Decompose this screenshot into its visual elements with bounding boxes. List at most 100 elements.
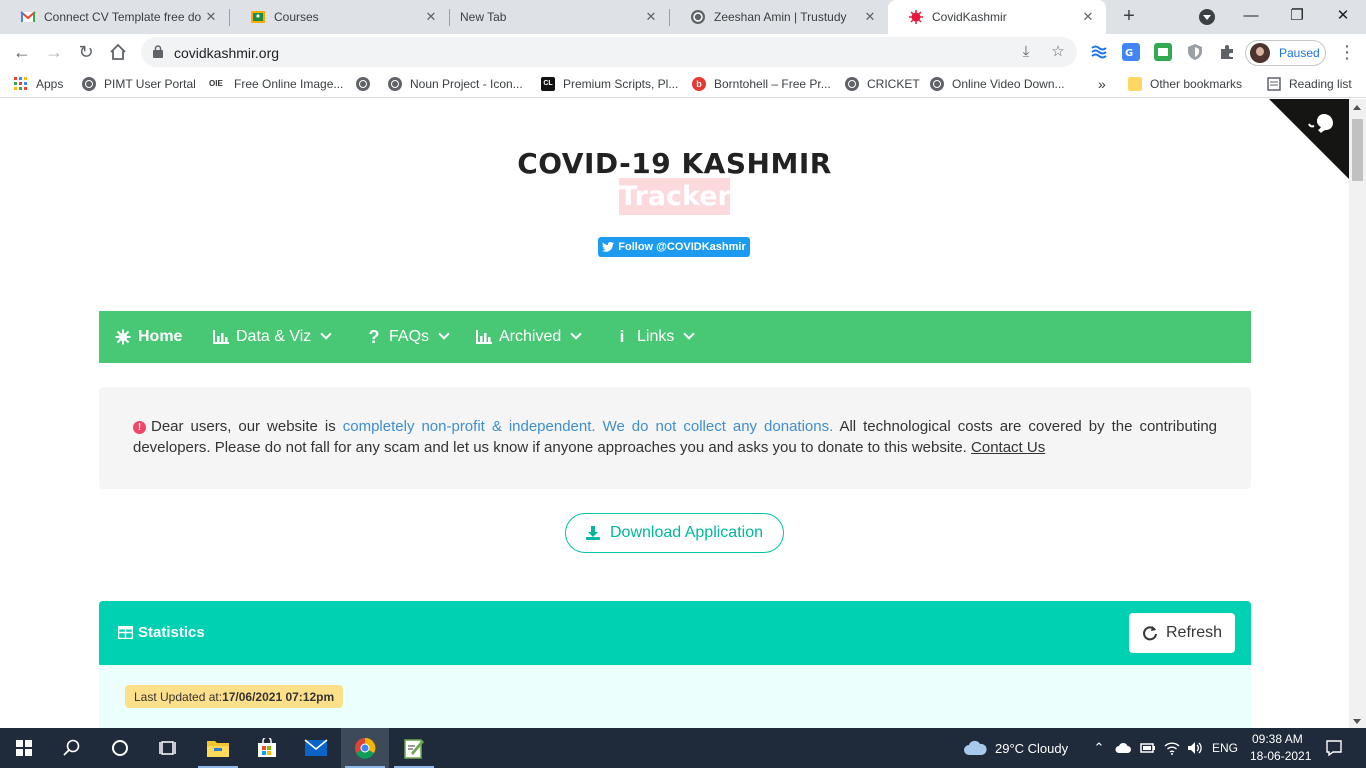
tab-title: Connect CV Template free do bbox=[44, 10, 202, 24]
home-icon[interactable] bbox=[107, 41, 129, 63]
close-window-icon[interactable]: ✕ bbox=[1333, 6, 1353, 26]
url-text: covidkashmir.org bbox=[174, 45, 280, 61]
chrome-taskbar-button[interactable] bbox=[341, 728, 389, 768]
bookmark-apps[interactable]: Apps bbox=[14, 75, 63, 93]
statistics-label: Statistics bbox=[138, 624, 205, 641]
address-bar[interactable]: covidkashmir.org ⤓ ☆ bbox=[141, 37, 1077, 67]
avatar bbox=[1250, 43, 1270, 63]
other-bookmarks[interactable]: Other bookmarks bbox=[1128, 75, 1242, 93]
close-tab-icon[interactable]: ✕ bbox=[203, 9, 219, 25]
page-scrollbar[interactable] bbox=[1349, 99, 1366, 728]
bookmark-free-online-image[interactable]: OIE Free Online Image... bbox=[209, 75, 343, 93]
language-indicator[interactable]: ENG bbox=[1212, 741, 1238, 755]
scroll-up-arrow-icon[interactable] bbox=[1353, 105, 1361, 110]
tab-new-tab[interactable]: New Tab ✕ bbox=[450, 0, 669, 34]
show-hidden-icons-chevron-icon[interactable]: ⌃ bbox=[1091, 740, 1107, 756]
refresh-button[interactable]: Refresh bbox=[1129, 613, 1235, 653]
tab-connect-cv[interactable]: Connect CV Template free do ✕ bbox=[0, 0, 229, 34]
battery-icon[interactable] bbox=[1140, 740, 1156, 756]
onedrive-cloud-icon[interactable] bbox=[1115, 740, 1131, 756]
tab-trustudy[interactable]: Zeeshan Amin | Trustudy ✕ bbox=[670, 0, 888, 34]
start-button[interactable] bbox=[0, 728, 48, 768]
globe-icon bbox=[82, 77, 96, 91]
notepad-button[interactable] bbox=[390, 728, 438, 768]
weather-text[interactable]: 29°C Cloudy bbox=[995, 741, 1068, 756]
mail-button[interactable] bbox=[292, 728, 340, 768]
notifications-icon[interactable] bbox=[1325, 739, 1343, 757]
virus-icon bbox=[115, 329, 131, 345]
nav-faqs-label: FAQs bbox=[389, 328, 430, 345]
translate-extension-icon[interactable]: G bbox=[1122, 43, 1140, 61]
shield-extension-icon[interactable] bbox=[1186, 43, 1204, 61]
chrome-menu-icon[interactable]: ⋮ bbox=[1338, 43, 1356, 63]
back-icon[interactable]: ← bbox=[11, 41, 33, 63]
twitter-icon bbox=[602, 242, 615, 252]
task-view-button[interactable] bbox=[144, 728, 192, 768]
extension-wave-icon[interactable] bbox=[1090, 43, 1108, 61]
nav-faqs[interactable]: ? FAQs bbox=[365, 311, 450, 363]
minimize-icon[interactable]: — bbox=[1241, 6, 1261, 26]
close-tab-icon[interactable]: ✕ bbox=[643, 9, 659, 25]
bookmark-label: PIMT User Portal bbox=[104, 77, 196, 91]
warning-icon: ! bbox=[133, 421, 146, 434]
bookmark-globe[interactable] bbox=[356, 75, 378, 93]
extensions-puzzle-icon[interactable] bbox=[1218, 43, 1236, 61]
close-tab-icon[interactable]: ✕ bbox=[1080, 9, 1096, 25]
wifi-icon[interactable] bbox=[1164, 740, 1180, 756]
statistics-body: Last Updated at: 17/06/2021 07:12pm bbox=[99, 665, 1251, 728]
globe-icon bbox=[356, 77, 370, 91]
contact-us-link[interactable]: Contact Us bbox=[971, 439, 1045, 456]
twitter-follow-button[interactable]: Follow @COVIDKashmir bbox=[598, 237, 750, 257]
clock-date[interactable]: 18-06-2021 bbox=[1250, 749, 1311, 763]
follow-label: Follow @COVIDKashmir bbox=[618, 241, 746, 253]
tab-title: Zeeshan Amin | Trustudy bbox=[714, 10, 847, 24]
close-tab-icon[interactable]: ✕ bbox=[423, 9, 439, 25]
close-tab-icon[interactable]: ✕ bbox=[862, 9, 878, 25]
cortana-button[interactable] bbox=[96, 728, 144, 768]
volume-icon[interactable] bbox=[1187, 740, 1203, 756]
donation-notice: ! Dear users, our website is completely n… bbox=[99, 387, 1251, 489]
bookmark-pimt[interactable]: PIMT User Portal bbox=[82, 75, 196, 93]
search-button[interactable] bbox=[48, 728, 96, 768]
download-application-button[interactable]: Download Application bbox=[565, 513, 784, 553]
tab-covidkashmir[interactable]: CovidKashmir ✕ bbox=[888, 0, 1106, 34]
reading-list[interactable]: Reading list bbox=[1267, 75, 1352, 93]
profile-status: Paused bbox=[1279, 46, 1320, 60]
nav-links[interactable]: i Links bbox=[613, 311, 695, 363]
profile-button[interactable]: Paused bbox=[1245, 40, 1326, 66]
tab-search-icon[interactable] bbox=[1199, 9, 1215, 25]
install-app-icon[interactable]: ⤓ bbox=[1017, 43, 1035, 61]
last-updated-value: 17/06/2021 07:12pm bbox=[222, 689, 335, 704]
new-tab-button[interactable]: + bbox=[1118, 6, 1140, 28]
bookmark-cricket[interactable]: CRICKET bbox=[845, 75, 920, 93]
nav-data-viz[interactable]: Data & Viz bbox=[212, 311, 332, 363]
bookmark-borntohell[interactable]: b Borntohell – Free Pr... bbox=[692, 75, 831, 93]
tab-courses[interactable]: Courses ✕ bbox=[230, 0, 449, 34]
bookmark-premium-scripts[interactable]: CL Premium Scripts, Pl... bbox=[541, 75, 678, 93]
bookmarks-overflow-button[interactable]: » bbox=[1098, 75, 1106, 93]
cortana-icon bbox=[112, 740, 128, 756]
nav-archived[interactable]: Archived bbox=[475, 311, 582, 363]
restore-icon[interactable]: ❐ bbox=[1287, 6, 1307, 26]
globe-icon bbox=[691, 10, 705, 24]
last-updated-label: Last Updated at: bbox=[134, 689, 223, 704]
info-icon: i bbox=[619, 327, 625, 346]
folder-icon bbox=[207, 741, 229, 757]
file-explorer-button[interactable] bbox=[194, 728, 242, 768]
apps-grid-icon bbox=[14, 77, 27, 90]
scroll-down-arrow-icon[interactable] bbox=[1353, 719, 1361, 724]
reading-list-icon bbox=[1267, 77, 1281, 91]
store-button[interactable] bbox=[243, 728, 291, 768]
bookmark-star-icon[interactable]: ☆ bbox=[1049, 43, 1067, 61]
weather-cloud-icon[interactable] bbox=[963, 739, 987, 757]
store-icon bbox=[258, 738, 276, 757]
green-extension-icon[interactable] bbox=[1154, 43, 1172, 61]
tab-title: New Tab bbox=[460, 10, 507, 24]
bookmark-noun-project[interactable]: Noun Project - Icon... bbox=[388, 75, 523, 93]
forward-icon[interactable]: → bbox=[43, 41, 65, 63]
nav-home[interactable]: Home bbox=[114, 311, 182, 363]
bookmark-online-video[interactable]: Online Video Down... bbox=[930, 75, 1065, 93]
reload-icon[interactable]: ↻ bbox=[75, 41, 97, 63]
clock-time[interactable]: 09:38 AM bbox=[1252, 732, 1303, 746]
scroll-thumb[interactable] bbox=[1352, 119, 1363, 181]
